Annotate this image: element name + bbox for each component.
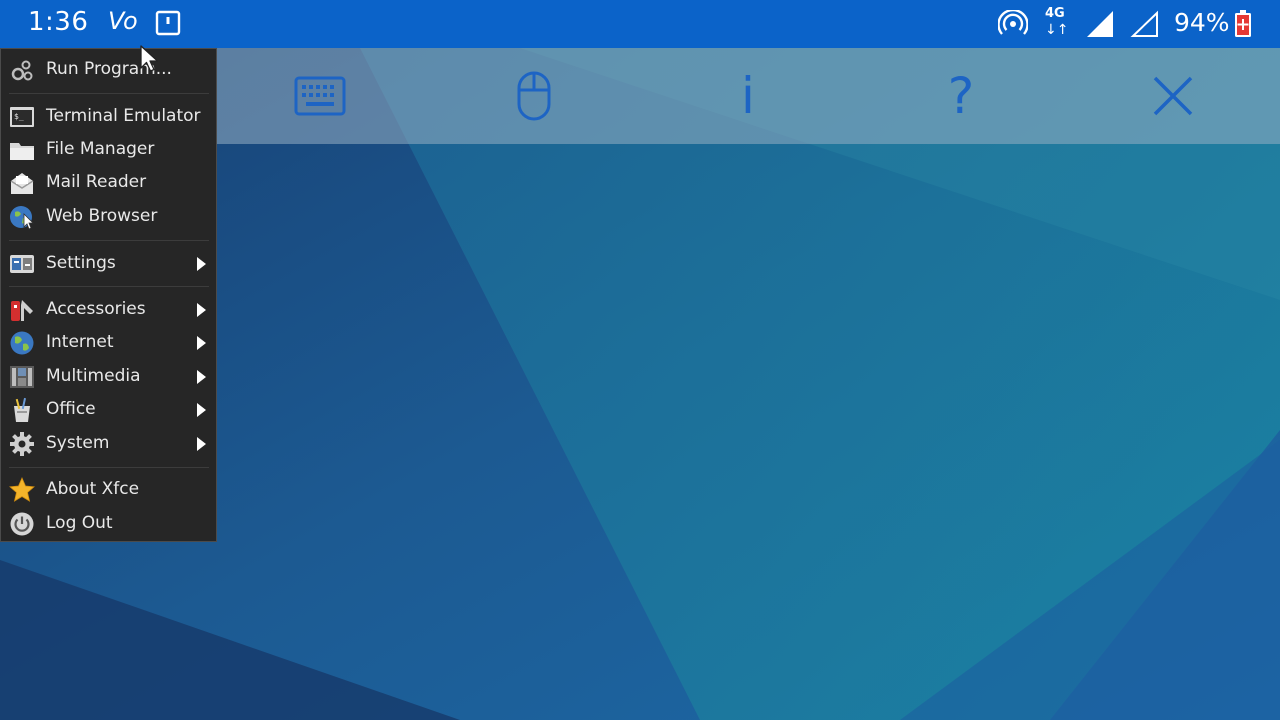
menu-item-run-program[interactable]: Run Program... (1, 53, 216, 85)
info-button[interactable]: i (693, 48, 803, 144)
office-icon (14, 397, 30, 422)
menu-item-label: Office (46, 399, 96, 419)
data-arrows: ↓↑ (1045, 22, 1069, 38)
menu-item-internet[interactable]: Internet (1, 326, 216, 358)
submenu-arrow-icon (197, 403, 206, 417)
battery-icon (1235, 10, 1251, 37)
signal-strength-icon (1087, 11, 1113, 37)
menu-item-label: Settings (46, 253, 116, 273)
menu-item-label: Web Browser (46, 206, 158, 226)
menu-separator (9, 240, 209, 241)
folder-icon (10, 143, 34, 160)
menu-item-accessories[interactable]: Accessories (1, 293, 216, 325)
android-screen: 1:36 Vo 4G ↓↑ 94% i ? Run Program... $_ … (0, 0, 1280, 720)
mail-icon (10, 173, 34, 194)
close-icon (1153, 76, 1193, 116)
run-program-icon (11, 60, 33, 81)
settings-icon (10, 255, 34, 273)
menu-item-office[interactable]: Office (1, 393, 216, 425)
menu-separator (9, 93, 209, 94)
submenu-arrow-icon (197, 336, 206, 350)
web-browser-icon (10, 206, 34, 230)
svg-text:$_: $_ (14, 112, 24, 121)
menu-item-label: Log Out (46, 513, 113, 533)
internet-icon (10, 331, 34, 355)
applications-menu: Run Program... $_ Terminal Emulator File… (0, 48, 217, 542)
battery-percent: 94% (1174, 8, 1230, 37)
star-icon (9, 477, 35, 502)
menu-item-terminal-emulator[interactable]: $_ Terminal Emulator (1, 100, 216, 132)
help-icon: ? (947, 67, 975, 125)
menu-item-log-out[interactable]: Log Out (1, 507, 216, 539)
terminal-icon: $_ (10, 107, 34, 127)
menu-item-system[interactable]: System (1, 427, 216, 459)
menu-item-label: System (46, 433, 110, 453)
volte-indicator: Vo (108, 7, 138, 35)
keyboard-button[interactable] (265, 48, 375, 144)
menu-item-label: About Xfce (46, 479, 140, 499)
submenu-arrow-icon (197, 370, 206, 384)
signal-empty-icon (1130, 10, 1158, 37)
menu-item-mail-reader[interactable]: Mail Reader (1, 166, 216, 198)
submenu-arrow-icon (197, 303, 206, 317)
mouse-button[interactable] (479, 48, 589, 144)
menu-item-label: File Manager (46, 139, 155, 159)
menu-item-label: Terminal Emulator (46, 106, 201, 126)
menu-item-label: Accessories (46, 299, 146, 319)
status-time: 1:36 (28, 7, 89, 37)
menu-item-file-manager[interactable]: File Manager (1, 133, 216, 165)
network-type: 4G (1045, 6, 1065, 21)
mouse-cursor-icon (140, 45, 159, 72)
menu-item-web-browser[interactable]: Web Browser (1, 200, 216, 232)
multimedia-icon (10, 366, 34, 388)
menu-separator (9, 286, 209, 287)
menu-item-label: Internet (46, 332, 114, 352)
notification-icon (155, 10, 181, 36)
submenu-arrow-icon (197, 437, 206, 451)
info-icon: i (741, 67, 755, 125)
menu-item-label: Mail Reader (46, 172, 147, 192)
system-gear-icon (10, 432, 34, 456)
help-button[interactable]: ? (906, 48, 1016, 144)
status-bar: 1:36 Vo 4G ↓↑ 94% (0, 0, 1280, 48)
power-icon (10, 512, 34, 536)
mouse-icon (517, 71, 551, 121)
menu-item-label: Multimedia (46, 366, 141, 386)
menu-separator (9, 467, 209, 468)
menu-item-about-xfce[interactable]: About Xfce (1, 473, 216, 505)
menu-item-multimedia[interactable]: Multimedia (1, 360, 216, 392)
close-button[interactable] (1118, 48, 1228, 144)
accessories-icon (11, 300, 33, 321)
menu-item-settings[interactable]: Settings (1, 247, 216, 279)
hotspot-icon (998, 10, 1028, 35)
keyboard-icon (294, 76, 346, 116)
submenu-arrow-icon (197, 257, 206, 271)
